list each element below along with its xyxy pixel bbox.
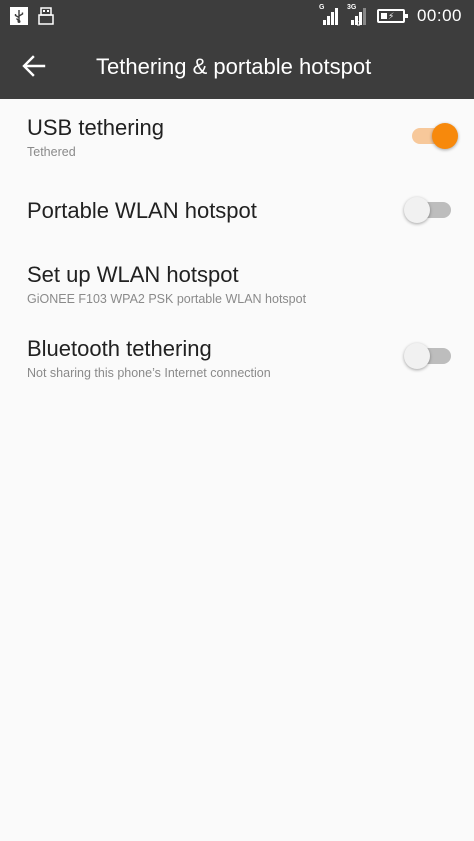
list-item-usb-tethering[interactable]: USB tethering Tethered xyxy=(0,99,474,177)
bluetooth-tethering-toggle[interactable] xyxy=(404,341,455,371)
status-left-icons xyxy=(10,7,55,25)
battery-icon: ⚡ xyxy=(376,9,408,23)
list-item-setup-wlan-hotspot[interactable]: Set up WLAN hotspot GiONEE F103 WPA2 PSK… xyxy=(0,245,474,319)
toolbar: Tethering & portable hotspot xyxy=(0,34,474,99)
item-summary: Tethered xyxy=(27,145,76,159)
sim-slot-label: 2 xyxy=(356,22,361,28)
list-item-portable-wlan-hotspot[interactable]: Portable WLAN hotspot xyxy=(0,177,474,245)
list-item-bluetooth-tethering[interactable]: Bluetooth tethering Not sharing this pho… xyxy=(0,319,474,395)
usb-debug-icon xyxy=(38,7,54,25)
usb-tethering-toggle[interactable] xyxy=(410,121,460,151)
signal-type-label: G xyxy=(318,4,325,11)
page-title: Tethering & portable hotspot xyxy=(96,54,372,79)
wlan-hotspot-toggle[interactable] xyxy=(404,195,455,225)
status-clock: 00:00 xyxy=(416,6,462,25)
item-label: Set up WLAN hotspot xyxy=(27,262,239,287)
signal-type-label-2: 3G xyxy=(346,4,357,11)
item-label: USB tethering xyxy=(27,115,164,140)
status-right-icons: G 3G 2 ⚡ 00:00 xyxy=(318,4,462,28)
item-summary: Not sharing this phone’s Internet connec… xyxy=(27,366,271,380)
item-label: Bluetooth tethering xyxy=(27,336,212,361)
usb-icon xyxy=(10,7,28,25)
signal-strength-icon-2: 3G 2 xyxy=(346,4,369,28)
arrow-back-icon[interactable] xyxy=(20,52,48,80)
item-summary: GiONEE F103 WPA2 PSK portable WLAN hotsp… xyxy=(27,292,307,306)
signal-strength-icon: G xyxy=(318,4,341,26)
status-bar: G 3G 2 ⚡ 00:00 xyxy=(0,0,474,34)
item-label: Portable WLAN hotspot xyxy=(27,198,257,223)
